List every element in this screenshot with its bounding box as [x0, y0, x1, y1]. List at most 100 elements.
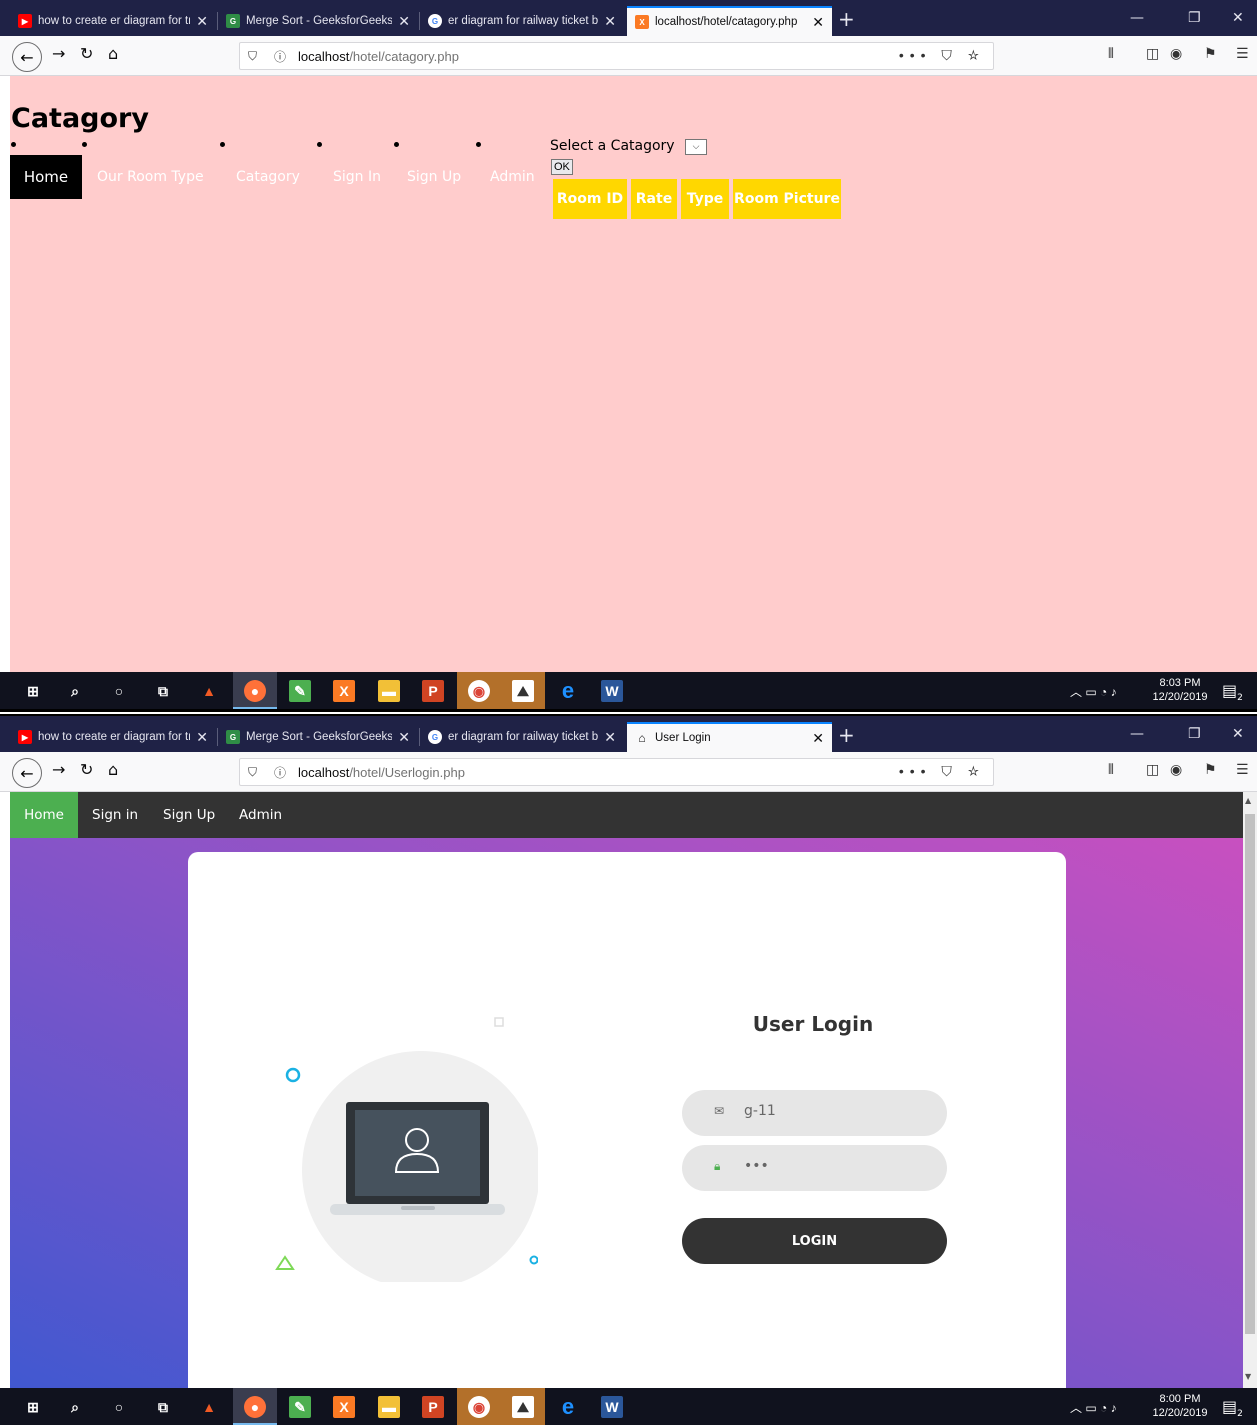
- url-bar[interactable]: ⛉ ⓘ localhost/hotel/catagory.php ••• ⛉ ☆: [239, 42, 994, 70]
- back-button[interactable]: ←: [12, 758, 42, 788]
- scroll-down-icon[interactable]: ▼: [1245, 1372, 1251, 1381]
- library-icon[interactable]: ⫴: [1108, 46, 1114, 62]
- sidebar-icon[interactable]: ◫: [1146, 762, 1159, 778]
- tab-catagory[interactable]: X localhost/hotel/catagory.php ✕: [627, 6, 832, 36]
- nav-sign-up[interactable]: Sign Up: [163, 792, 215, 838]
- close-window-button[interactable]: ✕: [1232, 10, 1244, 26]
- cortana-icon[interactable]: ○: [108, 680, 130, 702]
- page-actions[interactable]: ••• ⛉ ☆: [899, 47, 985, 64]
- library-icon[interactable]: ⫴: [1108, 762, 1114, 778]
- firefox-icon[interactable]: ●: [244, 680, 266, 702]
- word-icon[interactable]: W: [601, 680, 623, 702]
- edge-icon[interactable]: e: [557, 1394, 579, 1419]
- nav-our-room-type[interactable]: Our Room Type: [97, 155, 204, 199]
- task-view-icon[interactable]: ⧉: [152, 680, 174, 702]
- tab-youtube[interactable]: ▶ how to create er diagram for tr ✕: [10, 6, 216, 36]
- forward-button[interactable]: →: [52, 760, 65, 779]
- page-scrollbar[interactable]: ▲ ▼: [1243, 792, 1257, 1388]
- login-button[interactable]: LOGIN: [682, 1218, 947, 1264]
- clock[interactable]: 8:03 PM 12/20/2019: [1150, 676, 1210, 704]
- account-icon[interactable]: ◉: [1170, 46, 1182, 62]
- matlab-icon[interactable]: ▲: [198, 1396, 220, 1418]
- close-icon[interactable]: ✕: [398, 729, 410, 746]
- menu-icon[interactable]: ☰: [1236, 46, 1249, 62]
- password-input[interactable]: 🔒︎ •••: [682, 1145, 947, 1191]
- new-tab-button[interactable]: +: [838, 725, 855, 745]
- clock[interactable]: 8:00 PM 12/20/2019: [1150, 1392, 1210, 1420]
- page-actions[interactable]: ••• ⛉ ☆: [899, 763, 985, 780]
- new-tab-button[interactable]: +: [838, 9, 855, 29]
- powerpoint-icon[interactable]: P: [422, 680, 444, 702]
- xampp-icon[interactable]: X: [333, 680, 355, 702]
- account-icon[interactable]: ◉: [1170, 762, 1182, 778]
- nav-sign-in[interactable]: Sign In: [333, 155, 381, 199]
- tab-google[interactable]: G er diagram for railway ticket bo ✕: [420, 6, 624, 36]
- scroll-thumb[interactable]: [1245, 814, 1255, 1334]
- sidebar-icon[interactable]: ◫: [1146, 46, 1159, 62]
- notepad-icon[interactable]: ✎: [289, 680, 311, 702]
- minimize-button[interactable]: —: [1130, 10, 1144, 26]
- notification-icon[interactable]: ▤2: [1222, 1397, 1243, 1419]
- tab-geeksforgeeks[interactable]: G Merge Sort - GeeksforGeeks ✕: [218, 6, 418, 36]
- word-icon[interactable]: W: [601, 1396, 623, 1418]
- close-icon[interactable]: ✕: [812, 730, 824, 747]
- nav-admin[interactable]: Admin: [490, 155, 535, 199]
- nav-sign-in[interactable]: Sign in: [92, 792, 138, 838]
- chrome-icon[interactable]: ◉: [468, 680, 490, 702]
- info-icon[interactable]: ⓘ: [274, 48, 292, 65]
- file-explorer-icon[interactable]: ▬: [378, 680, 400, 702]
- xampp-icon[interactable]: X: [333, 1396, 355, 1418]
- search-icon[interactable]: ⌕: [64, 680, 86, 702]
- photos-icon[interactable]: ⛰: [512, 1396, 534, 1418]
- forward-button[interactable]: →: [52, 44, 65, 63]
- url-bar[interactable]: ⛉ ⓘ localhost/hotel/Userlogin.php ••• ⛉ …: [239, 758, 994, 786]
- notification-icon[interactable]: ▤2: [1222, 681, 1243, 703]
- windows-start-icon[interactable]: ⊞: [22, 680, 44, 702]
- windows-start-icon[interactable]: ⊞: [22, 1396, 44, 1418]
- task-view-icon[interactable]: ⧉: [152, 1396, 174, 1418]
- tray-icons[interactable]: ︿ ▭ ◔ ♪: [1070, 1399, 1117, 1416]
- home-button[interactable]: ⌂: [108, 44, 118, 63]
- email-input[interactable]: ✉ g-11: [682, 1090, 947, 1136]
- restore-button[interactable]: ❐: [1188, 10, 1201, 26]
- nav-home[interactable]: Home: [10, 155, 82, 199]
- chrome-icon[interactable]: ◉: [468, 1396, 490, 1418]
- close-icon[interactable]: ✕: [812, 14, 824, 31]
- close-icon[interactable]: ✕: [196, 13, 208, 30]
- tab-user-login[interactable]: ⌂ User Login ✕: [627, 722, 832, 752]
- tray-icons[interactable]: ︿ ▭ ◔ ♪: [1070, 683, 1117, 700]
- nav-catagory[interactable]: Catagory: [236, 155, 300, 199]
- minimize-button[interactable]: —: [1130, 726, 1144, 742]
- close-icon[interactable]: ✕: [604, 729, 616, 746]
- cortana-icon[interactable]: ○: [108, 1396, 130, 1418]
- extension-icon[interactable]: ⚑: [1204, 46, 1217, 62]
- catagory-select[interactable]: ⌵: [685, 139, 707, 155]
- photos-icon[interactable]: ⛰: [512, 680, 534, 702]
- nav-home[interactable]: Home: [10, 792, 78, 838]
- menu-icon[interactable]: ☰: [1236, 762, 1249, 778]
- nav-sign-up[interactable]: Sign Up: [407, 155, 461, 199]
- close-icon[interactable]: ✕: [196, 729, 208, 746]
- search-icon[interactable]: ⌕: [64, 1396, 86, 1418]
- notepad-icon[interactable]: ✎: [289, 1396, 311, 1418]
- nav-admin[interactable]: Admin: [239, 792, 282, 838]
- reload-button[interactable]: ↻: [80, 44, 93, 63]
- edge-icon[interactable]: e: [557, 678, 579, 703]
- powerpoint-icon[interactable]: P: [422, 1396, 444, 1418]
- tab-google[interactable]: G er diagram for railway ticket bo ✕: [420, 722, 624, 752]
- firefox-icon[interactable]: ●: [244, 1396, 266, 1418]
- close-icon[interactable]: ✕: [604, 13, 616, 30]
- file-explorer-icon[interactable]: ▬: [378, 1396, 400, 1418]
- matlab-icon[interactable]: ▲: [198, 680, 220, 702]
- tab-youtube[interactable]: ▶ how to create er diagram for tr ✕: [10, 722, 216, 752]
- scroll-up-icon[interactable]: ▲: [1245, 796, 1251, 805]
- restore-button[interactable]: ❐: [1188, 726, 1201, 742]
- close-icon[interactable]: ✕: [398, 13, 410, 30]
- info-icon[interactable]: ⓘ: [274, 764, 292, 781]
- home-button[interactable]: ⌂: [108, 760, 118, 779]
- ok-button[interactable]: OK: [551, 159, 573, 175]
- close-window-button[interactable]: ✕: [1232, 726, 1244, 742]
- extension-icon[interactable]: ⚑: [1204, 762, 1217, 778]
- back-button[interactable]: ←: [12, 42, 42, 72]
- reload-button[interactable]: ↻: [80, 760, 93, 779]
